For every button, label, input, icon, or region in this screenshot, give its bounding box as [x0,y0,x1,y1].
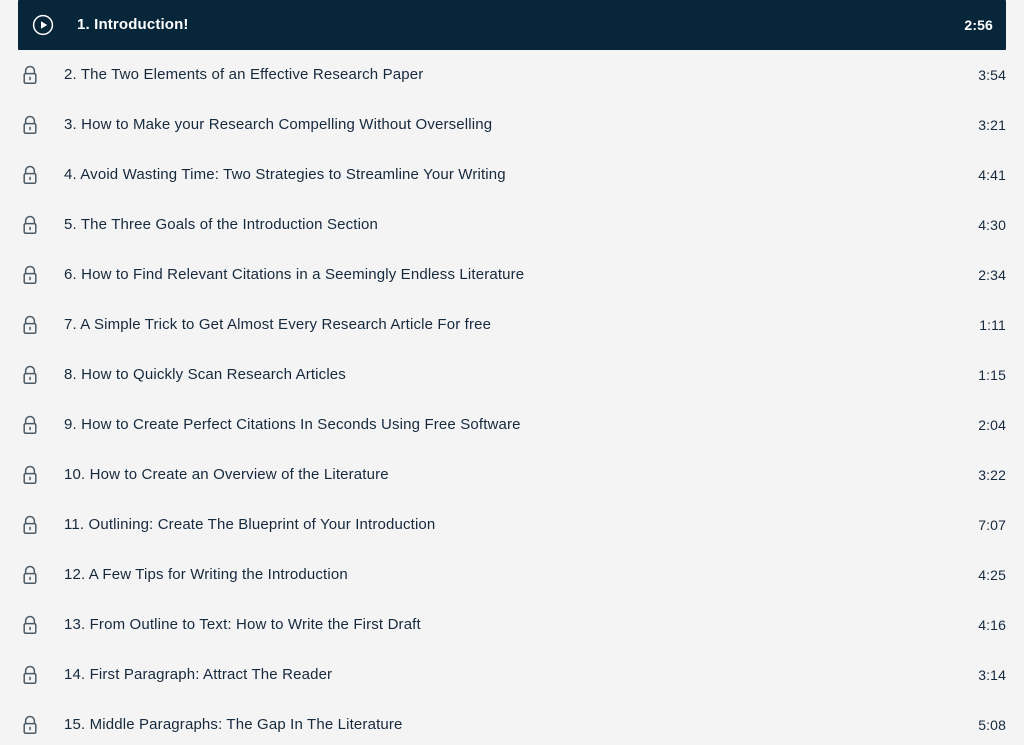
lesson-duration: 4:41 [936,167,1006,183]
lock-icon [18,63,42,87]
lesson-duration: 4:16 [936,617,1006,633]
lesson-title: 10. How to Create an Overview of the Lit… [48,466,936,484]
lesson-title: 8. How to Quickly Scan Research Articles [48,366,936,384]
lesson-row[interactable]: 13. From Outline to Text: How to Write t… [0,600,1024,650]
lesson-title: 3. How to Make your Research Compelling … [48,116,936,134]
lesson-row[interactable]: 11. Outlining: Create The Blueprint of Y… [0,500,1024,550]
lesson-row[interactable]: 8. How to Quickly Scan Research Articles… [0,350,1024,400]
lesson-title: 11. Outlining: Create The Blueprint of Y… [48,516,936,534]
lesson-title: 7. A Simple Trick to Get Almost Every Re… [48,316,936,334]
lesson-duration: 3:21 [936,117,1006,133]
lock-icon [18,563,42,587]
lock-icon [18,463,42,487]
lesson-row[interactable]: 15. Middle Paragraphs: The Gap In The Li… [0,700,1024,745]
lock-icon [18,263,42,287]
lesson-duration: 7:07 [936,517,1006,533]
lesson-duration: 2:04 [936,417,1006,433]
lesson-duration: 1:11 [936,317,1006,333]
lesson-row[interactable]: 5. The Three Goals of the Introduction S… [0,200,1024,250]
lesson-duration: 3:14 [936,667,1006,683]
lesson-title: 13. From Outline to Text: How to Write t… [48,616,936,634]
lesson-row[interactable]: 2. The Two Elements of an Effective Rese… [0,50,1024,100]
lesson-row[interactable]: 12. A Few Tips for Writing the Introduct… [0,550,1024,600]
lesson-duration: 2:56 [923,17,993,33]
lock-icon [18,213,42,237]
lock-icon [18,163,42,187]
lesson-title: 4. Avoid Wasting Time: Two Strategies to… [48,166,936,184]
lesson-title: 5. The Three Goals of the Introduction S… [48,216,936,234]
lesson-duration: 3:54 [936,67,1006,83]
play-circle-icon[interactable] [31,13,55,37]
lock-icon [18,613,42,637]
lock-icon [18,663,42,687]
lesson-duration: 3:22 [936,467,1006,483]
lock-icon [18,513,42,537]
lesson-title: 6. How to Find Relevant Citations in a S… [48,266,936,284]
lesson-row[interactable]: 14. First Paragraph: Attract The Reader3… [0,650,1024,700]
lesson-title: 9. How to Create Perfect Citations In Se… [48,416,936,434]
lesson-row[interactable]: 1. Introduction!2:56 [18,0,1006,50]
lesson-duration: 2:34 [936,267,1006,283]
lesson-title: 1. Introduction! [61,16,923,34]
lesson-duration: 1:15 [936,367,1006,383]
lesson-row[interactable]: 7. A Simple Trick to Get Almost Every Re… [0,300,1024,350]
lock-icon [18,313,42,337]
course-curriculum-lesson-list: 1. Introduction!2:56 2. The Two Elements … [0,0,1024,745]
lesson-row[interactable]: 6. How to Find Relevant Citations in a S… [0,250,1024,300]
lesson-row[interactable]: 3. How to Make your Research Compelling … [0,100,1024,150]
lock-icon [18,713,42,737]
lesson-title: 2. The Two Elements of an Effective Rese… [48,66,936,84]
lesson-duration: 4:25 [936,567,1006,583]
lock-icon [18,363,42,387]
lock-icon [18,113,42,137]
lesson-row[interactable]: 9. How to Create Perfect Citations In Se… [0,400,1024,450]
lesson-title: 15. Middle Paragraphs: The Gap In The Li… [48,716,936,734]
lock-icon [18,413,42,437]
lesson-duration: 4:30 [936,217,1006,233]
lesson-row[interactable]: 4. Avoid Wasting Time: Two Strategies to… [0,150,1024,200]
lesson-title: 12. A Few Tips for Writing the Introduct… [48,566,936,584]
lesson-row[interactable]: 10. How to Create an Overview of the Lit… [0,450,1024,500]
lesson-title: 14. First Paragraph: Attract The Reader [48,666,936,684]
lesson-duration: 5:08 [936,717,1006,733]
